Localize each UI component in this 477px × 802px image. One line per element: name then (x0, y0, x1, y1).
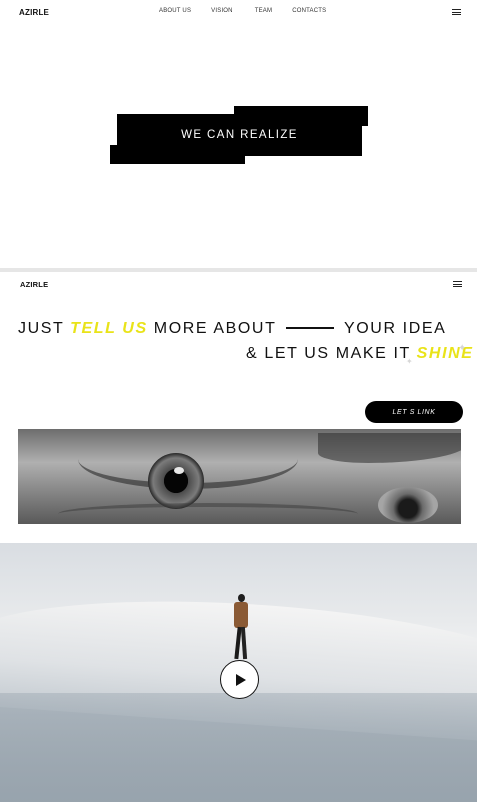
tagline-text: JUST (18, 320, 71, 337)
eye-closeup-image (18, 429, 461, 524)
section-divider (0, 268, 477, 272)
tagline-text: YOUR IDEA (343, 320, 447, 337)
hamburger-icon[interactable] (453, 281, 462, 287)
tagline-text: & LET US MAKE IT (246, 345, 417, 362)
tagline-accent-tell-us: TELL US (70, 320, 148, 337)
play-button[interactable] (220, 660, 259, 699)
person-figure (233, 594, 249, 662)
tagline-line-2: & LET US MAKE IT SHINE (246, 345, 474, 363)
play-icon (236, 673, 246, 686)
hero-headline: WE CAN REALIZE (181, 129, 298, 141)
tagline-text: MORE ABOUT (147, 320, 277, 337)
hero-block-bottom (110, 145, 245, 164)
hero-section: WE CAN REALIZE (0, 0, 477, 270)
tagline-line-1: JUST TELL US MORE ABOUT YOUR IDEA (18, 320, 446, 338)
logo-secondary[interactable]: AZIRLE (20, 280, 48, 289)
sparkle-icon: ✦ (406, 357, 413, 366)
sparkle-icon: ✦ (458, 343, 467, 354)
lets-link-button[interactable]: LET S LINK (365, 401, 463, 423)
dash-divider (286, 326, 335, 329)
